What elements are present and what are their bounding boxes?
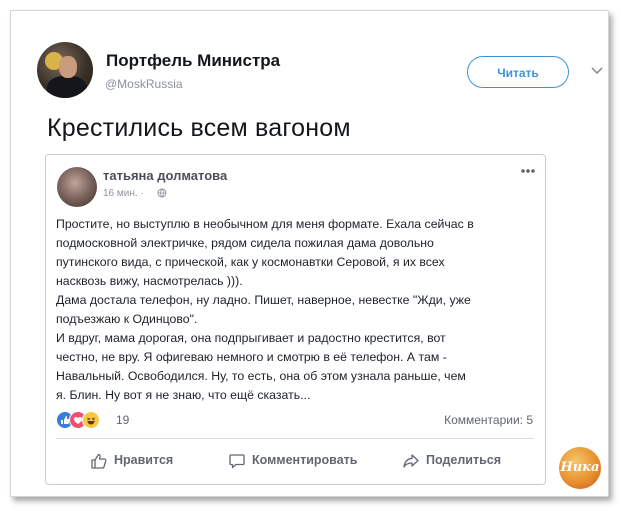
- post-body-line: подъезжаю к Одинцово".: [56, 312, 198, 326]
- share-label: Поделиться: [426, 453, 502, 467]
- watermark-logo: Ника: [559, 447, 601, 489]
- post-body-line: путинского вида, с прической, как у косм…: [56, 255, 445, 269]
- post-body-line: честно, не вру. Я офигеваю немного и смо…: [56, 350, 447, 364]
- post-body-line: Простите, но выступлю в необычном для ме…: [56, 217, 474, 231]
- post-body-line: И вдруг, мама дорогая, она подпрыгивает …: [56, 331, 446, 345]
- post-timestamp: 16 мин. ·: [103, 188, 144, 199]
- chevron-down-icon[interactable]: [590, 66, 604, 76]
- post-author-name[interactable]: татьяна долматова: [103, 168, 227, 183]
- follow-button[interactable]: Читать: [467, 56, 569, 88]
- share-icon: [403, 454, 419, 468]
- comments-count[interactable]: Комментарии: 5: [444, 413, 533, 427]
- post-body-line: Навальный. Освободился. Ну, то есть, она…: [56, 369, 466, 383]
- like-label: Нравится: [114, 453, 174, 467]
- avatar-figure: [47, 76, 87, 98]
- post-body: Простите, но выступлю в необычном для ме…: [56, 215, 536, 405]
- post-body-line: подмосковной электричке, рядом сидела по…: [56, 236, 434, 250]
- author-avatar[interactable]: [37, 42, 93, 98]
- haha-reaction-icon: [82, 411, 100, 429]
- comment-icon: [229, 454, 245, 469]
- post-author-avatar[interactable]: [57, 167, 97, 207]
- facebook-post-embed: татьяна долматова 16 мин. · Простите, но…: [45, 154, 546, 485]
- globe-icon: [157, 188, 167, 198]
- post-body-line: насквозь вижу, насмотрелась ))).: [56, 274, 243, 288]
- post-body-line: я. Блин. Ну вот я не знаю, что ещё сказа…: [56, 388, 311, 402]
- divider: [56, 438, 534, 439]
- reactions-count[interactable]: 19: [116, 413, 129, 427]
- post-body-line: Дама достала телефон, ну ладно. Пишет, н…: [56, 293, 471, 307]
- more-options-icon[interactable]: [520, 168, 536, 174]
- thumbs-up-icon: [91, 453, 107, 469]
- comment-label: Комментировать: [252, 453, 358, 467]
- avatar-face: [59, 56, 77, 78]
- author-handle[interactable]: @MoskRussia: [105, 77, 183, 91]
- author-name[interactable]: Портфель Министра: [106, 51, 280, 71]
- tweet-text: Крестились всем вагоном: [47, 114, 351, 142]
- tweet-card: Портфель Министра @MoskRussia Читать Кре…: [10, 10, 609, 497]
